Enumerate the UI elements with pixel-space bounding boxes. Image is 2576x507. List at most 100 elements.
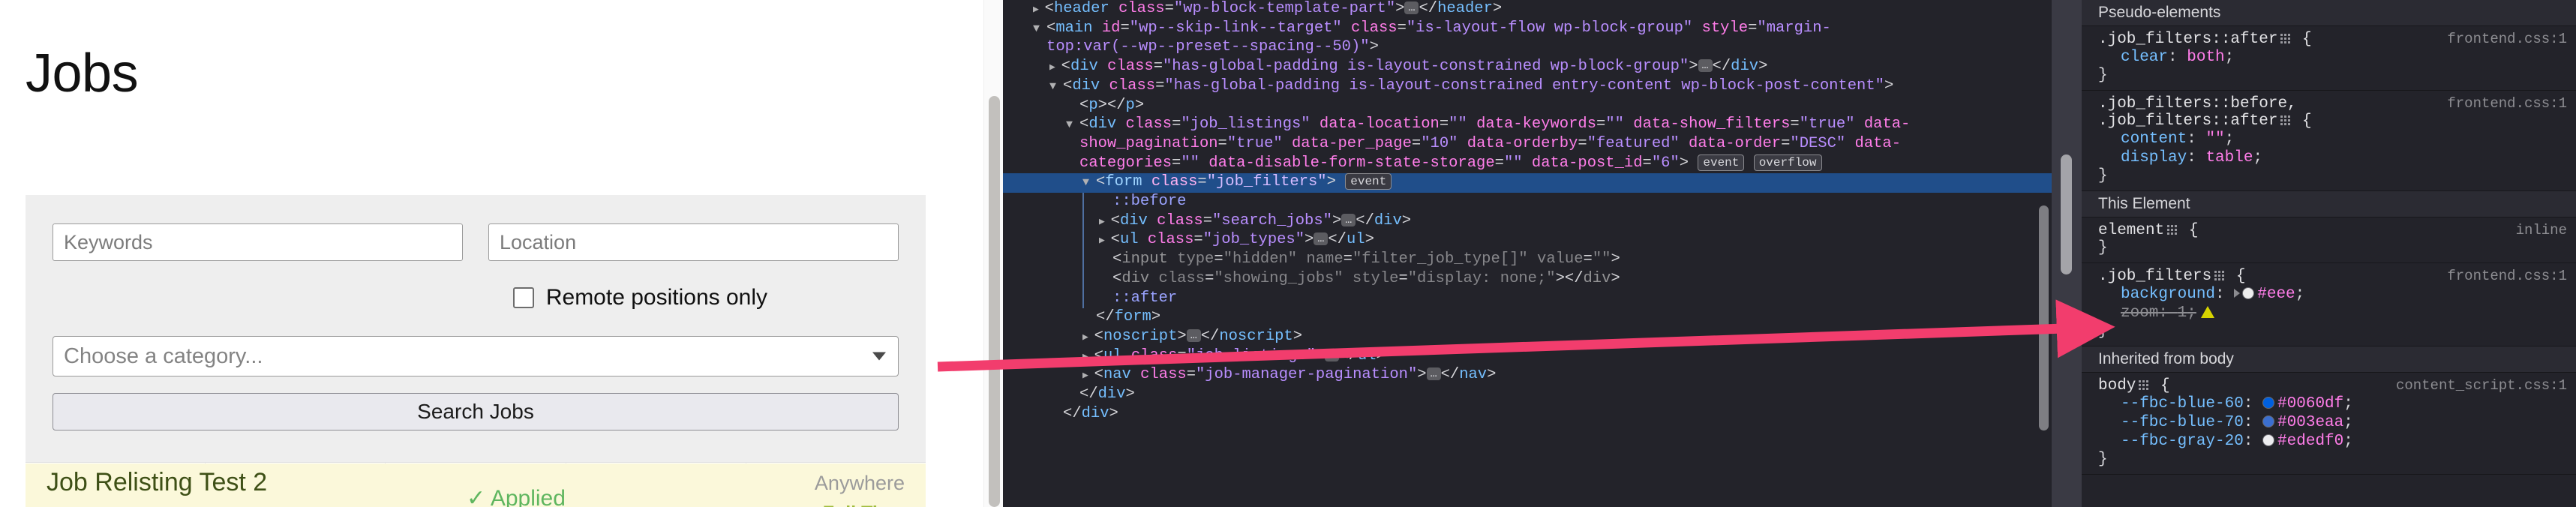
expand-ellipsis-icon[interactable]: … <box>1325 348 1340 362</box>
twisty-closed-icon[interactable]: ▶ <box>1082 332 1094 343</box>
dom-node-line[interactable]: ▼ <div class="job_listings" data-locatio… <box>1003 116 2052 135</box>
checkbox-unchecked-icon[interactable] <box>512 287 534 308</box>
expand-ellipsis-icon[interactable]: … <box>1698 59 1713 73</box>
grid-toggle-icon[interactable] <box>2167 225 2178 235</box>
search-jobs-button[interactable]: Search Jobs <box>53 393 899 430</box>
css-declaration[interactable]: --fbc-gray-20: #ededf0; <box>2098 432 2576 451</box>
dom-node-line[interactable]: ::after <box>1082 289 2052 309</box>
dom-node-line[interactable]: top:var(--wp--preset--spacing--50)"> <box>1003 38 2052 58</box>
twisty-open-icon[interactable]: ▼ <box>1082 176 1096 189</box>
css-source-link[interactable]: frontend.css:1 <box>2447 95 2567 112</box>
browser-scrollbar[interactable] <box>983 0 1003 507</box>
keywords-input[interactable] <box>53 224 463 261</box>
color-swatch[interactable] <box>2262 397 2275 409</box>
dom-node-line[interactable]: ▶ <div class="search_jobs">… </div> <box>1082 212 2052 232</box>
dom-badge-overflow[interactable]: overflow <box>1753 154 1822 171</box>
css-rule[interactable]: body {content_script.css:1 --fbc-blue-60:… <box>2082 373 2576 475</box>
css-declaration[interactable]: background: #eee; <box>2098 285 2576 304</box>
css-property-value[interactable]: #ededf0 <box>2277 433 2343 450</box>
browser-scrollbar-thumb[interactable] <box>989 96 1000 507</box>
dom-node-line[interactable]: </form> <box>1003 308 2052 328</box>
css-property-value[interactable]: "" <box>2205 130 2224 148</box>
job-title[interactable]: Job Relisting Test 2 <box>47 468 467 497</box>
expand-shorthand-icon[interactable] <box>2234 289 2241 298</box>
css-property-name[interactable]: --fbc-blue-70 <box>2121 414 2244 431</box>
css-selector[interactable]: body <box>2098 377 2136 394</box>
css-selector[interactable]: .job_filters::after <box>2098 31 2277 48</box>
twisty-open-icon[interactable]: ▼ <box>1033 22 1046 35</box>
color-swatch[interactable] <box>2262 416 2275 428</box>
color-swatch[interactable] <box>2242 287 2255 299</box>
dom-node-line[interactable]: ▶ <header class="wp-block-template-part"… <box>1003 0 2052 20</box>
dom-node-line[interactable]: categories="" data-disable-form-state-st… <box>1003 154 2052 174</box>
grid-toggle-icon[interactable] <box>2280 116 2291 125</box>
dom-inspector-tree[interactable]: ▶ <header class="wp-block-template-part"… <box>1003 0 2052 507</box>
css-property-value[interactable]: 1 <box>2178 304 2187 322</box>
expand-ellipsis-icon[interactable]: … <box>1341 213 1356 226</box>
css-rule[interactable]: .job_filters::before, .job_filters::afte… <box>2082 91 2576 191</box>
location-input[interactable] <box>488 224 899 261</box>
css-property-value[interactable]: table <box>2205 149 2253 166</box>
dom-node-line[interactable]: ▶ <noscript>… </noscript> <box>1003 328 2052 347</box>
warning-icon[interactable] <box>2200 306 2214 318</box>
dom-badge-event[interactable]: event <box>1345 173 1392 190</box>
list-item[interactable]: Job Relisting Test 2 Zeetonia ✓ Applied … <box>26 464 926 507</box>
dom-node-line[interactable]: show_pagination="true" data-per_page="10… <box>1003 135 2052 154</box>
dom-node-line[interactable]: </div> <box>1003 386 2052 405</box>
css-property-value[interactable]: #003eaa <box>2277 414 2343 431</box>
dom-node-line[interactable]: ▼ <form class="job_filters"> event <box>1003 173 2052 194</box>
dom-node-line[interactable]: ▶ <div class="has-global-padding is-layo… <box>1003 58 2052 77</box>
css-property-name[interactable]: --fbc-blue-60 <box>2121 395 2244 412</box>
dom-panel-scrollbar-thumb[interactable] <box>2039 206 2049 430</box>
dom-node-line[interactable]: <p></p> <box>1003 97 2052 116</box>
expand-ellipsis-icon[interactable]: … <box>1314 232 1329 246</box>
remote-positions-checkbox[interactable]: Remote positions only <box>512 285 767 310</box>
css-declaration[interactable]: --fbc-blue-70: #003eaa; <box>2098 413 2576 432</box>
css-rules-panel[interactable]: Pseudo-elements .job_filters::after {fron… <box>2082 0 2576 507</box>
dom-node-line[interactable]: ▼ <main id="wp--skip-link--target" class… <box>1003 20 2052 39</box>
twisty-closed-icon[interactable]: ▶ <box>1049 62 1061 73</box>
devtools-splitter[interactable] <box>2052 0 2082 507</box>
grid-toggle-icon[interactable] <box>2139 380 2149 390</box>
expand-ellipsis-icon[interactable]: … <box>1404 2 1419 14</box>
dom-node-line[interactable]: ▼ <div class="has-global-padding is-layo… <box>1003 77 2052 97</box>
dom-node-line[interactable]: ▶ <nav class="job-manager-pagination">… <… <box>1003 366 2052 386</box>
css-source-link[interactable]: frontend.css:1 <box>2447 268 2567 284</box>
grid-toggle-icon[interactable] <box>2214 271 2225 280</box>
twisty-open-icon[interactable]: ▼ <box>1049 80 1063 93</box>
dom-node-line[interactable]: </div> <box>1003 405 2052 424</box>
dom-node-line[interactable]: ▶ <ul class="job_types">… </ul> <box>1082 231 2052 251</box>
css-rule[interactable]: .job_filters::after {frontend.css:1 clear… <box>2082 26 2576 91</box>
css-rule[interactable]: .job_filters {frontend.css:1 background: … <box>2082 263 2576 346</box>
dom-node-line[interactable]: <input type="hidden" name="filter_job_ty… <box>1082 250 2052 270</box>
css-declaration[interactable]: --fbc-blue-60: #0060df; <box>2098 394 2576 413</box>
css-declaration[interactable]: clear: both; <box>2098 48 2576 67</box>
css-rule[interactable]: element {inline} <box>2082 218 2576 263</box>
css-selector[interactable]: element <box>2098 222 2164 239</box>
twisty-closed-icon[interactable]: ▶ <box>1082 370 1094 381</box>
css-property-name[interactable]: background <box>2121 286 2215 303</box>
css-selector[interactable]: .job_filters::before, .job_filters::afte… <box>2098 95 2297 130</box>
dom-node-line[interactable]: <div class="showing_jobs" style="display… <box>1082 269 2052 290</box>
grid-toggle-icon[interactable] <box>2280 34 2291 44</box>
css-source-link[interactable]: content_script.css:1 <box>2396 377 2567 394</box>
expand-ellipsis-icon[interactable]: … <box>1186 328 1201 342</box>
css-source-link[interactable]: frontend.css:1 <box>2447 31 2567 47</box>
css-property-name[interactable]: clear <box>2121 49 2168 66</box>
css-property-name[interactable]: content <box>2121 130 2187 148</box>
css-source-link[interactable]: inline <box>2516 222 2567 238</box>
css-property-value[interactable]: #0060df <box>2277 395 2343 412</box>
css-property-name[interactable]: --fbc-gray-20 <box>2121 433 2244 450</box>
css-property-name[interactable]: zoom <box>2121 304 2158 322</box>
css-property-value[interactable]: #eee <box>2257 286 2295 303</box>
keywords-input-el[interactable] <box>62 230 453 255</box>
expand-ellipsis-icon[interactable]: … <box>1426 368 1441 381</box>
color-swatch[interactable] <box>2262 434 2275 446</box>
twisty-open-icon[interactable]: ▼ <box>1066 118 1079 131</box>
twisty-closed-icon[interactable]: ▶ <box>1033 4 1045 15</box>
location-input-el[interactable] <box>498 230 889 255</box>
twisty-closed-icon[interactable]: ▶ <box>1099 216 1111 227</box>
css-declaration[interactable]: zoom: 1; <box>2098 304 2576 322</box>
css-property-name[interactable]: display <box>2121 149 2187 166</box>
twisty-closed-icon[interactable]: ▶ <box>1082 351 1094 362</box>
